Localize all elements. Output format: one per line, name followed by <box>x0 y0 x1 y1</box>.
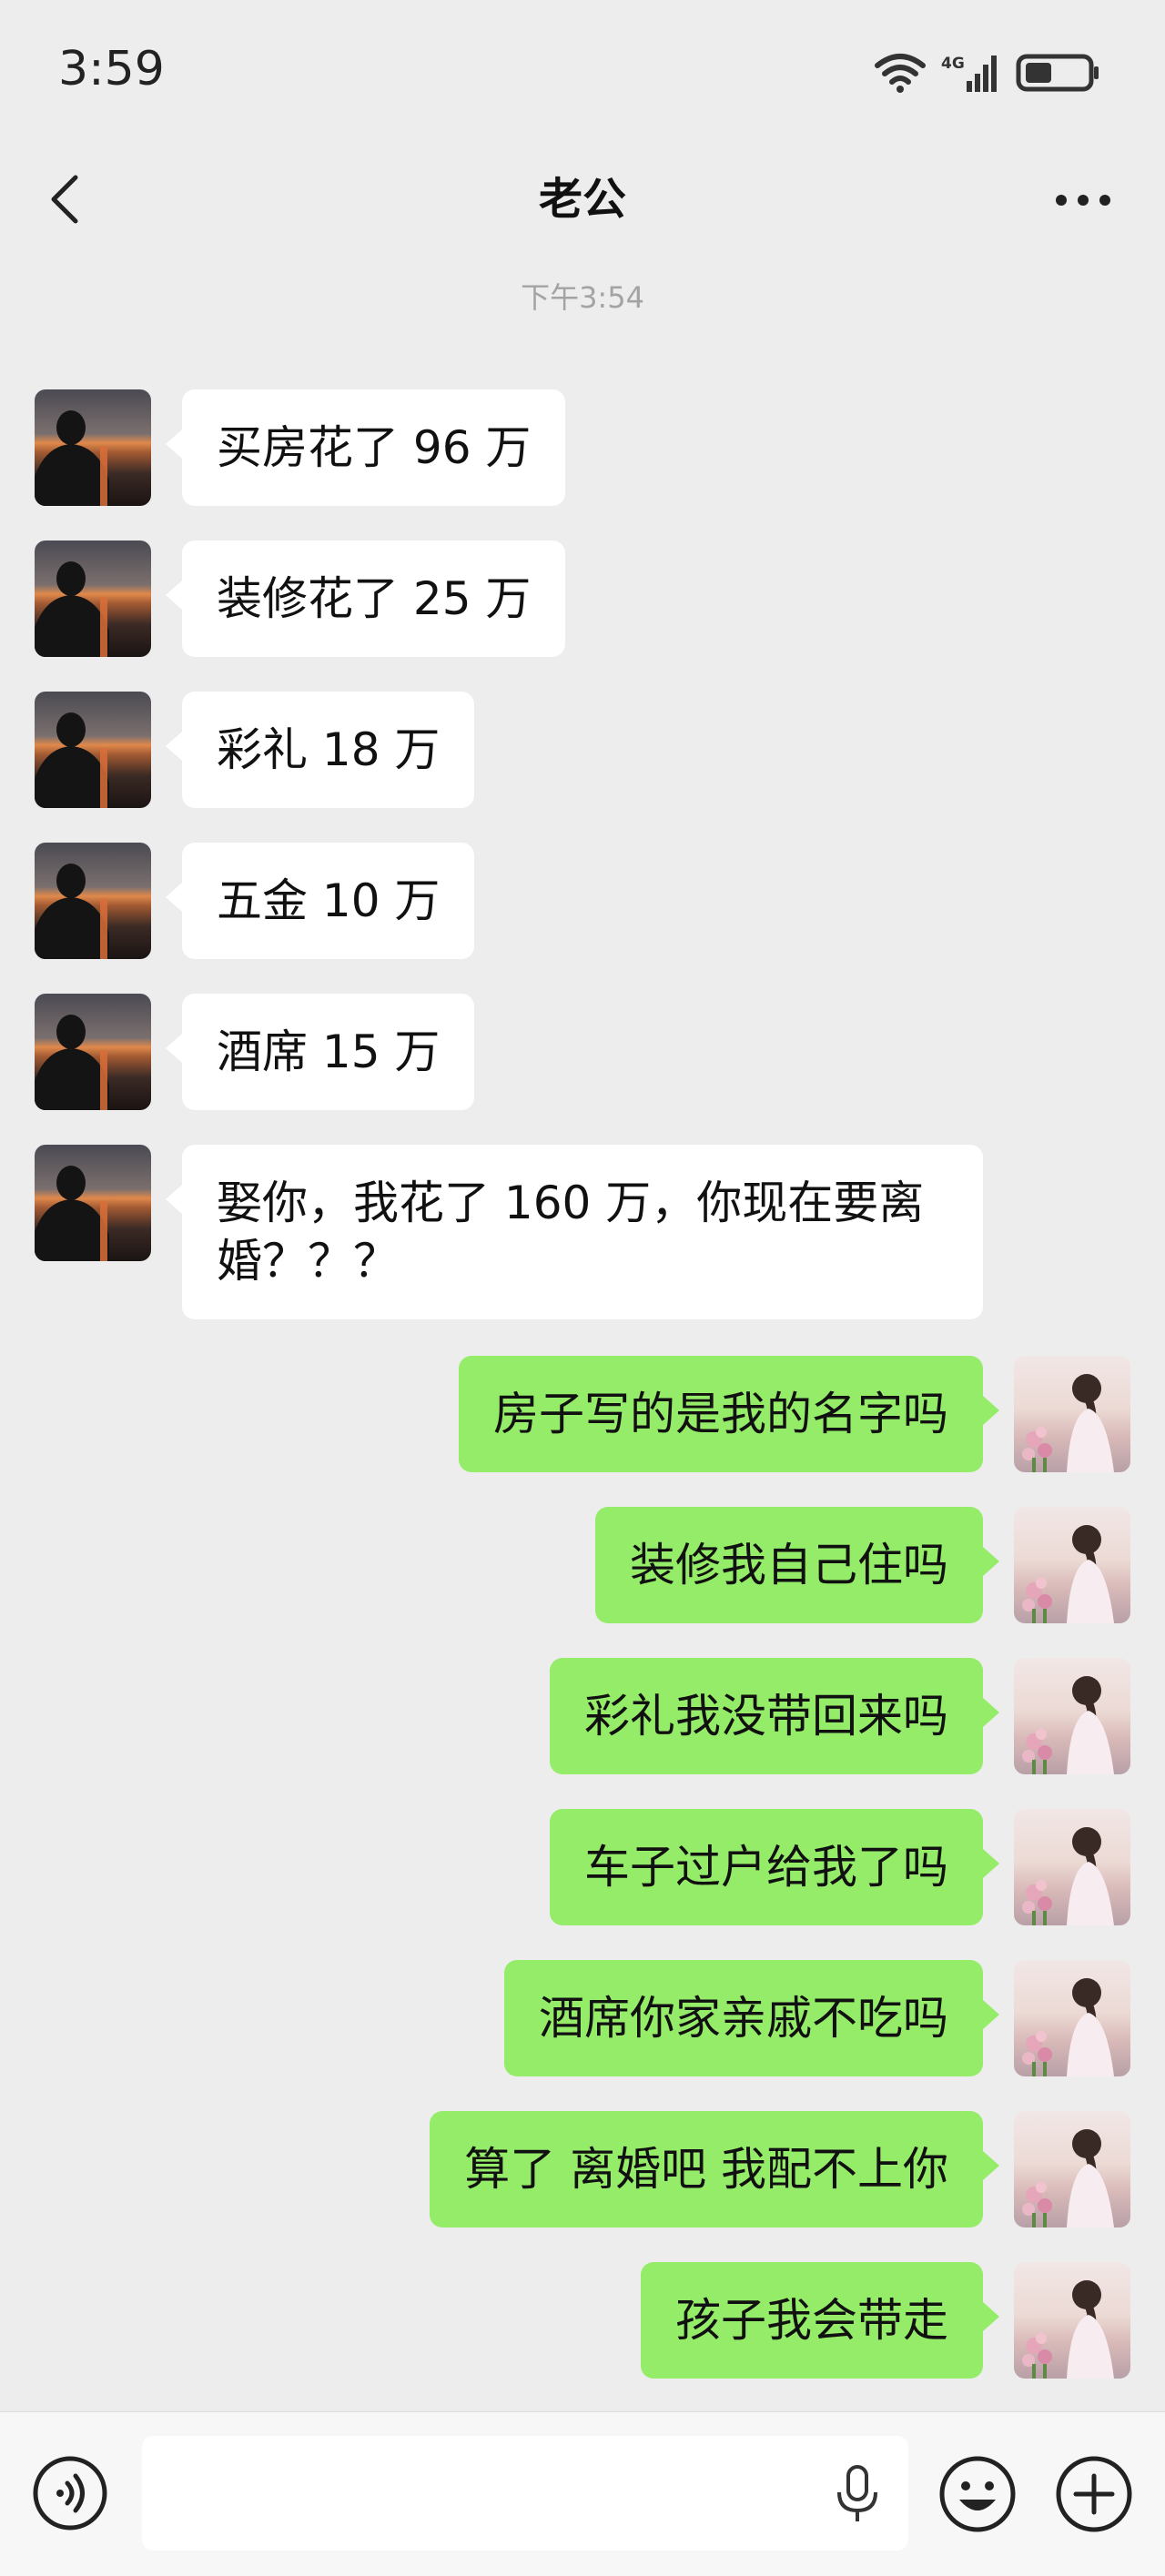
my-avatar[interactable] <box>1014 1507 1130 1623</box>
my-avatar[interactable] <box>1014 1809 1130 1925</box>
message-input[interactable] <box>142 2436 908 2551</box>
emoji-button[interactable] <box>937 2454 1018 2534</box>
chat-title: 老公 <box>538 174 626 225</box>
outgoing-message-bubble[interactable]: 彩礼我没带回来吗 <box>550 1658 999 1774</box>
battery-icon <box>1016 54 1099 92</box>
cellular-signal-icon: 4G <box>941 55 997 92</box>
my-avatar[interactable] <box>1014 2262 1130 2379</box>
incoming-message-bubble[interactable]: 娶你，我花了 160 万，你现在要离婚？？？ <box>166 1145 983 1319</box>
voice-mode-button[interactable] <box>31 2454 109 2532</box>
status-icons: 4G <box>874 45 1101 100</box>
incoming-message-bubble[interactable]: 五金 10 万 <box>165 843 475 959</box>
chat-header: 老公 <box>0 146 1165 255</box>
silhouette-avatar-image <box>35 1166 109 1261</box>
status-time: 3:59 <box>58 42 165 96</box>
my-avatar[interactable] <box>1014 1960 1130 2076</box>
outgoing-message-bubble[interactable]: 车子过户给我了吗 <box>550 1809 999 1925</box>
wifi-icon <box>875 54 926 93</box>
silhouette-avatar-image <box>35 410 109 506</box>
silhouette-avatar-image <box>35 712 109 808</box>
silhouette-avatar-image <box>35 864 109 959</box>
girl-with-flowers-avatar-image <box>1022 1676 1114 1774</box>
outgoing-message-bubble[interactable]: 房子写的是我的名字吗 <box>459 1356 999 1472</box>
incoming-message-bubble[interactable]: 酒席 15 万 <box>165 994 475 1110</box>
more-options-button[interactable] <box>1047 171 1119 229</box>
contact-avatar[interactable] <box>35 843 151 959</box>
microphone-icon[interactable] <box>830 2465 885 2523</box>
incoming-message-bubble[interactable]: 彩礼 18 万 <box>165 692 475 808</box>
girl-with-flowers-avatar-image <box>1022 1374 1114 1472</box>
girl-with-flowers-avatar-image <box>1022 2129 1114 2227</box>
message-timestamp: 下午3:54 <box>521 280 644 315</box>
plus-icon <box>1056 2456 1132 2532</box>
more-dots-icon <box>1056 195 1110 206</box>
incoming-message-bubble[interactable]: 买房花了 96 万 <box>165 389 566 506</box>
girl-with-flowers-avatar-image <box>1022 2280 1114 2379</box>
my-avatar[interactable] <box>1014 1658 1130 1774</box>
outgoing-message-bubble[interactable]: 装修我自己住吗 <box>595 1507 999 1623</box>
girl-with-flowers-avatar-image <box>1022 1827 1114 1925</box>
status-bar: 3:59 4G <box>0 0 1165 136</box>
outgoing-message-bubble[interactable]: 算了 离婚吧 我配不上你 <box>430 2111 999 2227</box>
contact-avatar[interactable] <box>35 994 151 1110</box>
my-avatar[interactable] <box>1014 2111 1130 2227</box>
girl-with-flowers-avatar-image <box>1022 1525 1114 1623</box>
contact-avatar[interactable] <box>35 692 151 808</box>
more-functions-button[interactable] <box>1054 2454 1134 2534</box>
silhouette-avatar-image <box>35 561 109 657</box>
silhouette-avatar-image <box>35 1015 109 1110</box>
incoming-message-bubble[interactable]: 装修花了 25 万 <box>165 540 566 657</box>
contact-avatar[interactable] <box>35 389 151 506</box>
outgoing-message-bubble[interactable]: 孩子我会带走 <box>641 2262 999 2379</box>
outgoing-message-bubble[interactable]: 酒席你家亲戚不吃吗 <box>504 1960 999 2076</box>
smiley-icon <box>939 2456 1016 2532</box>
input-bar <box>0 2411 1165 2576</box>
girl-with-flowers-avatar-image <box>1022 1978 1114 2076</box>
network-type-label: 4G <box>941 55 965 73</box>
contact-avatar[interactable] <box>35 540 151 657</box>
my-avatar[interactable] <box>1014 1356 1130 1472</box>
voice-icon <box>33 2456 107 2531</box>
contact-avatar[interactable] <box>35 1145 151 1261</box>
